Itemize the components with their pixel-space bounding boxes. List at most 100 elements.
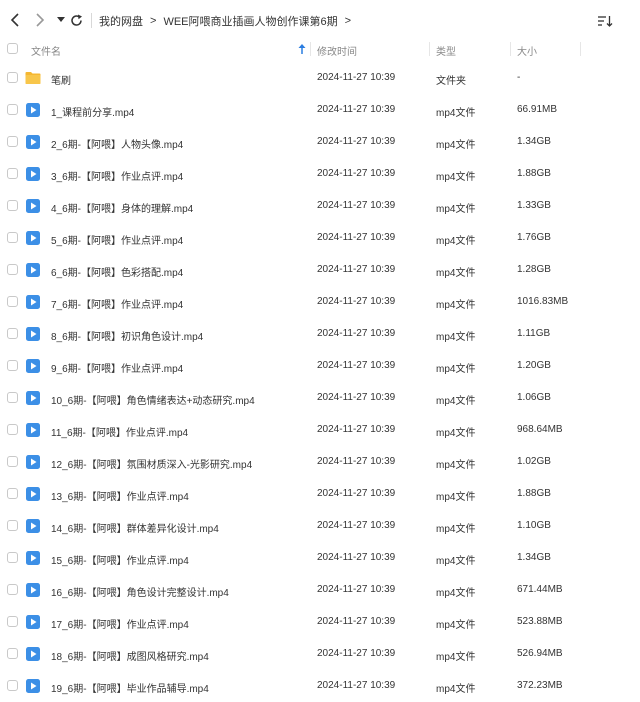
file-name[interactable]: 笔刷 — [51, 72, 71, 87]
file-row[interactable]: 19_6期-【阿喂】毕业作品辅导.mp4 2024-11-27 10:39 mp4文… — [0, 670, 640, 702]
video-file-icon — [25, 422, 41, 438]
file-type: mp4文件 — [436, 236, 476, 247]
file-row[interactable]: 10_6期-【阿喂】角色情绪表达+动态研究.mp4 2024-11-27 10:3… — [0, 382, 640, 414]
file-type: mp4文件 — [436, 268, 476, 279]
file-name[interactable]: 17_6期-【阿喂】作业点评.mp4 — [51, 616, 189, 631]
file-name[interactable]: 8_6期-【阿喂】初识角色设计.mp4 — [51, 328, 203, 343]
row-checkbox[interactable] — [7, 488, 18, 499]
file-row[interactable]: 2_6期-【阿喂】人物头像.mp4 2024-11-27 10:39 mp4文件 1.… — [0, 126, 640, 158]
row-checkbox[interactable] — [7, 392, 18, 403]
file-size: 1.02GB — [517, 456, 551, 467]
row-checkbox[interactable] — [7, 360, 18, 371]
file-row[interactable]: 7_6期-【阿喂】作业点评.mp4 2024-11-27 10:39 mp4文件 10… — [0, 286, 640, 318]
row-checkbox[interactable] — [7, 584, 18, 595]
row-checkbox[interactable] — [7, 328, 18, 339]
sort-icon — [598, 16, 613, 27]
row-checkbox[interactable] — [7, 520, 18, 531]
file-modified: 2024-11-27 10:39 — [317, 360, 396, 371]
chevron-right-icon: > — [150, 15, 157, 27]
file-type: mp4文件 — [436, 300, 476, 311]
file-size: 523.88MB — [517, 616, 563, 627]
file-row[interactable]: 5_6期-【阿喂】作业点评.mp4 2024-11-27 10:39 mp4文件 1.… — [0, 222, 640, 254]
row-checkbox[interactable] — [7, 648, 18, 659]
chevron-right-icon[interactable]: > — [345, 15, 351, 27]
history-dropdown-button[interactable] — [53, 12, 69, 28]
row-checkbox[interactable] — [7, 72, 18, 83]
file-name[interactable]: 2_6期-【阿喂】人物头像.mp4 — [51, 136, 183, 151]
file-name[interactable]: 1_课程前分享.mp4 — [51, 104, 134, 119]
file-modified: 2024-11-27 10:39 — [317, 328, 396, 339]
file-name[interactable]: 13_6期-【阿喂】作业点评.mp4 — [51, 488, 189, 503]
back-button[interactable] — [7, 12, 23, 28]
row-checkbox[interactable] — [7, 552, 18, 563]
file-name[interactable]: 19_6期-【阿喂】毕业作品辅导.mp4 — [51, 680, 209, 695]
file-row[interactable]: 14_6期-【阿喂】群体差异化设计.mp4 2024-11-27 10:39 mp4… — [0, 510, 640, 542]
file-name[interactable]: 15_6期-【阿喂】作业点评.mp4 — [51, 552, 189, 567]
row-checkbox[interactable] — [7, 456, 18, 467]
file-row[interactable]: 9_6期-【阿喂】作业点评.mp4 2024-11-27 10:39 mp4文件 1.… — [0, 350, 640, 382]
row-checkbox[interactable] — [7, 232, 18, 243]
column-divider[interactable] — [429, 42, 430, 56]
file-name[interactable]: 3_6期-【阿喂】作业点评.mp4 — [51, 168, 183, 183]
file-name[interactable]: 5_6期-【阿喂】作业点评.mp4 — [51, 232, 183, 247]
file-row[interactable]: 17_6期-【阿喂】作业点评.mp4 2024-11-27 10:39 mp4文件 5… — [0, 606, 640, 638]
select-all-checkbox[interactable] — [7, 43, 18, 54]
row-checkbox[interactable] — [7, 424, 18, 435]
file-row[interactable]: 8_6期-【阿喂】初识角色设计.mp4 2024-11-27 10:39 mp4文件… — [0, 318, 640, 350]
column-divider[interactable] — [510, 42, 511, 56]
row-checkbox[interactable] — [7, 168, 18, 179]
file-name[interactable]: 6_6期-【阿喂】色彩搭配.mp4 — [51, 264, 183, 279]
file-row[interactable]: 11_6期-【阿喂】作业点评.mp4 2024-11-27 10:39 mp4文件 9… — [0, 414, 640, 446]
row-checkbox[interactable] — [7, 200, 18, 211]
file-row[interactable]: 1_课程前分享.mp4 2024-11-27 10:39 mp4文件 66.91MB — [0, 94, 640, 126]
row-checkbox[interactable] — [7, 104, 18, 115]
file-modified: 2024-11-27 10:39 — [317, 456, 396, 467]
breadcrumb-root[interactable]: 我的网盘 — [99, 13, 143, 29]
breadcrumb-current[interactable]: WEE阿喂商业插画人物创作课第6期 — [163, 13, 337, 29]
file-list: 笔刷 2024-11-27 10:39 文件夹 - 1_课程前分享.mp4 2024-11… — [0, 62, 640, 702]
file-row[interactable]: 15_6期-【阿喂】作业点评.mp4 2024-11-27 10:39 mp4文件 1… — [0, 542, 640, 574]
file-row[interactable]: 4_6期-【阿喂】身体的理解.mp4 2024-11-27 10:39 mp4文件 1… — [0, 190, 640, 222]
file-row[interactable]: 13_6期-【阿喂】作业点评.mp4 2024-11-27 10:39 mp4文件 1… — [0, 478, 640, 510]
file-name[interactable]: 12_6期-【阿喂】氛围材质深入-光影研究.mp4 — [51, 456, 252, 471]
file-name[interactable]: 10_6期-【阿喂】角色情绪表达+动态研究.mp4 — [51, 392, 255, 407]
file-row[interactable]: 18_6期-【阿喂】成图风格研究.mp4 2024-11-27 10:39 mp4文… — [0, 638, 640, 670]
forward-button[interactable] — [32, 12, 48, 28]
column-size[interactable]: 大小 — [517, 43, 537, 58]
file-modified: 2024-11-27 10:39 — [317, 584, 396, 595]
column-header: 文件名 修改时间 类型 大小 — [0, 38, 640, 60]
file-name[interactable]: 7_6期-【阿喂】作业点评.mp4 — [51, 296, 183, 311]
file-name[interactable]: 16_6期-【阿喂】角色设计完整设计.mp4 — [51, 584, 229, 599]
file-modified: 2024-11-27 10:39 — [317, 392, 396, 403]
row-checkbox[interactable] — [7, 264, 18, 275]
row-checkbox[interactable] — [7, 296, 18, 307]
file-name[interactable]: 11_6期-【阿喂】作业点评.mp4 — [51, 424, 188, 439]
file-size: 1.34GB — [517, 552, 551, 563]
sort-button[interactable] — [597, 14, 613, 28]
file-row[interactable]: 12_6期-【阿喂】氛围材质深入-光影研究.mp4 2024-11-27 10:3… — [0, 446, 640, 478]
file-row[interactable]: 16_6期-【阿喂】角色设计完整设计.mp4 2024-11-27 10:39 mp… — [0, 574, 640, 606]
file-row[interactable]: 笔刷 2024-11-27 10:39 文件夹 - — [0, 62, 640, 94]
file-type: mp4文件 — [436, 396, 476, 407]
column-divider[interactable] — [580, 42, 581, 56]
video-file-icon — [25, 678, 41, 694]
video-file-icon — [25, 198, 41, 214]
row-checkbox[interactable] — [7, 136, 18, 147]
file-name[interactable]: 9_6期-【阿喂】作业点评.mp4 — [51, 360, 183, 375]
row-checkbox[interactable] — [7, 680, 18, 691]
file-row[interactable]: 6_6期-【阿喂】色彩搭配.mp4 2024-11-27 10:39 mp4文件 1.… — [0, 254, 640, 286]
file-name[interactable]: 18_6期-【阿喂】成图风格研究.mp4 — [51, 648, 209, 663]
file-modified: 2024-11-27 10:39 — [317, 296, 396, 307]
file-row[interactable]: 3_6期-【阿喂】作业点评.mp4 2024-11-27 10:39 mp4文件 1.… — [0, 158, 640, 190]
column-type[interactable]: 类型 — [436, 43, 456, 58]
row-checkbox[interactable] — [7, 616, 18, 627]
file-name[interactable]: 4_6期-【阿喂】身体的理解.mp4 — [51, 200, 193, 215]
column-modified[interactable]: 修改时间 — [317, 43, 357, 58]
video-file-icon — [25, 646, 41, 662]
column-name[interactable]: 文件名 — [31, 43, 61, 58]
refresh-button[interactable] — [68, 12, 84, 28]
file-name[interactable]: 14_6期-【阿喂】群体差异化设计.mp4 — [51, 520, 219, 535]
file-modified: 2024-11-27 10:39 — [317, 488, 396, 499]
file-type: mp4文件 — [436, 524, 476, 535]
column-divider[interactable] — [310, 42, 311, 56]
